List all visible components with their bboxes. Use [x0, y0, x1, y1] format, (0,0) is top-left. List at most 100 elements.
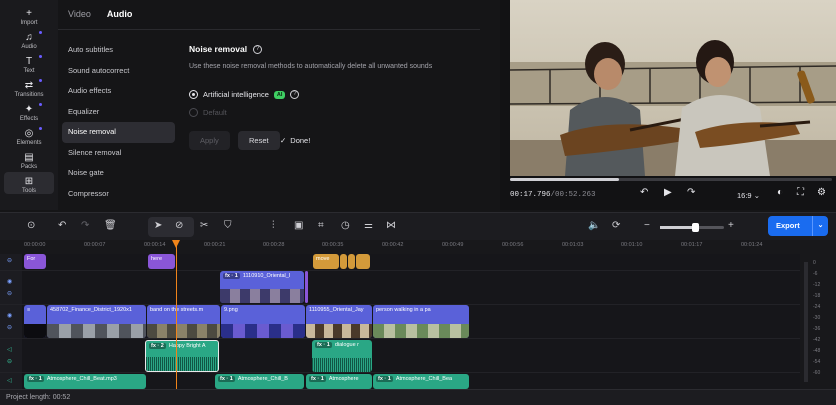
- help-icon[interactable]: ?: [253, 44, 263, 54]
- radio-unselected[interactable]: [189, 108, 198, 117]
- speaker-icon[interactable]: ◁: [7, 346, 12, 353]
- text-clip[interactable]: [356, 254, 370, 269]
- audio-clip[interactable]: fx · 1 Atmosphere_Chill_B: [215, 374, 304, 389]
- audio-clip[interactable]: fx · 1 Atmosphere_Chill_Bea: [373, 374, 469, 389]
- nav-noise-removal[interactable]: Noise removal: [62, 122, 175, 143]
- radio-selected[interactable]: [189, 90, 198, 99]
- delete-icon[interactable]: 🗑: [104, 220, 117, 232]
- video-clip[interactable]: band on the streets.m: [147, 305, 220, 338]
- shield-icon[interactable]: ⛉: [224, 220, 232, 232]
- rail-effects[interactable]: ✦ Effects: [4, 100, 54, 122]
- clip-name: Atmosphere_Chill_B: [237, 376, 288, 382]
- transitions-icon: ⇄: [24, 80, 34, 91]
- video-clip[interactable]: person walking in a pa: [373, 305, 469, 338]
- text-clip[interactable]: move: [313, 254, 339, 269]
- stabilize-icon[interactable]: ⋈: [386, 220, 396, 232]
- rail-text[interactable]: T Text: [4, 52, 54, 74]
- nav-equalizer[interactable]: Equalizer: [62, 102, 175, 123]
- nav-auto-subtitles[interactable]: Auto subtitles: [62, 40, 175, 61]
- tab-video[interactable]: Video: [68, 9, 91, 19]
- undo-icon[interactable]: ↶: [58, 220, 66, 232]
- audio-wave-icon[interactable]: ⫶: [272, 220, 275, 232]
- video-clip[interactable]: 9.png: [221, 305, 305, 338]
- link-icon[interactable]: ⊖: [7, 257, 12, 264]
- pointer-icon[interactable]: ➤: [154, 220, 162, 232]
- playhead-line[interactable]: [176, 240, 177, 390]
- mute-speaker-icon[interactable]: 🔈: [588, 220, 600, 232]
- link-icon[interactable]: ⊖: [7, 324, 12, 331]
- zoom-in-icon[interactable]: +: [728, 220, 734, 232]
- video-clip[interactable]: [305, 271, 308, 303]
- help-icon[interactable]: ?: [290, 90, 300, 99]
- play-icon[interactable]: ▶: [664, 187, 672, 198]
- captions-icon[interactable]: ▣: [294, 220, 303, 232]
- rail-packs[interactable]: ▤ Packs: [4, 148, 54, 171]
- waveform: [312, 358, 372, 372]
- text-clip[interactable]: For: [24, 254, 46, 269]
- meter-label: 0: [813, 260, 816, 266]
- link-icon[interactable]: ⊖: [7, 358, 12, 365]
- video-preview[interactable]: [510, 0, 836, 176]
- tab-audio[interactable]: Audio: [107, 9, 133, 19]
- text-clip[interactable]: [340, 254, 347, 269]
- reset-button[interactable]: Reset: [238, 131, 280, 150]
- tool-rail: + Import ♫ Audio T Text ⇄ Transitions ✦ Effec…: [0, 0, 58, 210]
- clip-label: fx · 1 Atmosphere_Chill_Bea: [376, 376, 452, 382]
- audio-clip[interactable]: fx · 1 Atmosphere_Chill_Beat.mp3: [24, 374, 146, 389]
- playhead-handle[interactable]: [172, 240, 180, 248]
- fullscreen-icon[interactable]: ⛶: [797, 187, 804, 198]
- speed-icon[interactable]: ◷: [341, 220, 350, 232]
- adjust-icon[interactable]: ⚌: [364, 220, 373, 232]
- eye-icon[interactable]: ◉: [7, 278, 12, 285]
- zoom-slider[interactable]: [660, 223, 724, 232]
- export-options-chevron[interactable]: ⌄: [812, 216, 828, 236]
- status-bar: Project length: 00:52: [0, 389, 836, 405]
- disable-icon[interactable]: ⊘: [175, 220, 183, 232]
- redo-seek-icon[interactable]: ↷: [687, 187, 695, 198]
- undo-seek-icon[interactable]: ↶: [640, 187, 648, 198]
- rail-transitions[interactable]: ⇄ Transitions: [4, 76, 54, 98]
- video-clip[interactable]: 458702_Finance_District_1920x1: [47, 305, 146, 338]
- rail-audio[interactable]: ♫ Audio: [4, 28, 54, 50]
- apply-button[interactable]: Apply: [189, 131, 230, 150]
- meter-label: -6: [813, 271, 818, 277]
- video-clip[interactable]: 1110955_Oriental_Jay: [306, 305, 372, 338]
- text-clip[interactable]: here: [148, 254, 175, 269]
- thumbnail-strip: [373, 324, 469, 338]
- speaker-icon[interactable]: ◁: [7, 377, 12, 384]
- clip-label: fx · 1 dialogue r: [315, 342, 359, 348]
- export-button[interactable]: Export ⌄: [768, 216, 828, 236]
- zoom-slider-handle[interactable]: [692, 223, 699, 232]
- option-ai[interactable]: Artificial intelligence AI ?: [189, 90, 300, 99]
- settings-gear-icon[interactable]: ⚙: [817, 187, 826, 198]
- rail-import[interactable]: + Import: [4, 4, 54, 27]
- preview-scrubber[interactable]: [510, 178, 832, 181]
- noise-removal-content: Noise removal ? Use these noise removal …: [189, 44, 489, 70]
- audio-clip[interactable]: fx · 1 dialogue r: [312, 340, 372, 372]
- audio-clip[interactable]: fx · 1 Atmosphere: [306, 374, 372, 389]
- aspect-ratio-select[interactable]: 16:9 ⌄: [737, 191, 760, 200]
- option-default[interactable]: Default: [189, 108, 227, 117]
- nav-audio-effects[interactable]: Audio effects: [62, 81, 175, 102]
- snap-magnet-icon[interactable]: ⟳: [612, 220, 620, 232]
- rail-elements[interactable]: ◎ Elements: [4, 124, 54, 146]
- nav-sound-autocorrect[interactable]: Sound autocorrect: [62, 61, 175, 82]
- crop-icon[interactable]: ⌗: [318, 220, 324, 232]
- text-clip[interactable]: [348, 254, 355, 269]
- eye-icon[interactable]: ◉: [7, 312, 12, 319]
- zoom-out-icon[interactable]: −: [644, 220, 650, 232]
- rail-tools[interactable]: ⊞ Tools: [4, 172, 54, 194]
- link-icon[interactable]: ⊖: [7, 290, 12, 297]
- new-indicator: [39, 31, 42, 34]
- split-scissors-icon[interactable]: ✂: [200, 220, 208, 232]
- video-clip[interactable]: fx · 1 1110910_Oriental_I: [220, 271, 304, 303]
- nav-noise-gate[interactable]: Noise gate: [62, 163, 175, 184]
- audio-clip-selected[interactable]: fx · 2 Happy Bright A: [145, 340, 219, 372]
- redo-icon[interactable]: ↷: [81, 220, 89, 232]
- nav-compressor[interactable]: Compressor: [62, 184, 175, 205]
- timeline-ruler[interactable]: 00:00:00 00:00:07 00:00:14 00:00:21 00:0…: [0, 240, 836, 254]
- add-track-icon[interactable]: ⊙: [27, 220, 35, 232]
- volume-icon[interactable]: ◐: [777, 187, 783, 198]
- video-clip[interactable]: ≡: [24, 305, 46, 338]
- nav-silence-removal[interactable]: Silence removal: [62, 143, 175, 164]
